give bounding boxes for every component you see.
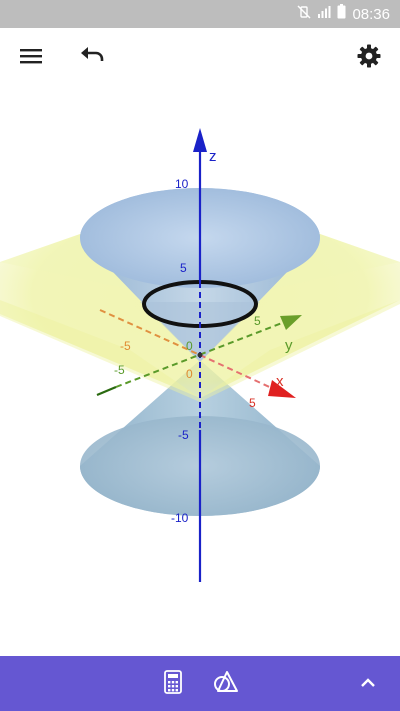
chevron-up-icon	[360, 675, 376, 693]
menu-button[interactable]	[13, 40, 49, 76]
gear-icon	[357, 44, 381, 73]
graphics-view-3d[interactable]: z x y 10 5 -5 -10 -5 0 5 -5 0 5	[0, 88, 400, 656]
tools-button[interactable]	[208, 666, 244, 702]
top-toolbar	[0, 28, 400, 88]
status-time: 08:36	[352, 5, 390, 23]
z-tick: 10	[175, 177, 189, 191]
origin-point	[197, 352, 203, 358]
x-tick: 0	[186, 367, 193, 381]
geometry-tools-icon	[213, 670, 239, 699]
x-tick: 5	[249, 396, 256, 410]
battery-icon	[337, 4, 346, 24]
z-tick: -10	[171, 511, 189, 525]
y-tick: 0	[186, 339, 193, 353]
signal-icon	[317, 5, 331, 24]
settings-button[interactable]	[351, 40, 387, 76]
y-tick: 5	[254, 314, 261, 328]
z-axis-label: z	[209, 148, 217, 165]
x-axis-label: x	[276, 373, 284, 390]
bottom-bar	[0, 656, 400, 711]
y-tick: -5	[114, 363, 125, 377]
calculator-button[interactable]	[155, 666, 191, 702]
calculator-icon	[164, 669, 182, 699]
undo-button[interactable]	[75, 40, 111, 76]
mute-vibrate-icon	[297, 5, 311, 24]
status-icons: 08:36	[297, 0, 390, 28]
z-tick: -5	[178, 428, 189, 442]
graph-canvas-svg[interactable]: z x y 10 5 -5 -10 -5 0 5 -5 0 5	[0, 88, 400, 656]
status-bar: 08:36	[0, 0, 400, 28]
z-tick: 5	[180, 261, 187, 275]
y-axis-label: y	[285, 337, 293, 354]
x-tick: -5	[120, 339, 131, 353]
undo-icon	[80, 46, 106, 71]
expand-button[interactable]	[350, 666, 386, 702]
menu-icon	[20, 47, 42, 70]
